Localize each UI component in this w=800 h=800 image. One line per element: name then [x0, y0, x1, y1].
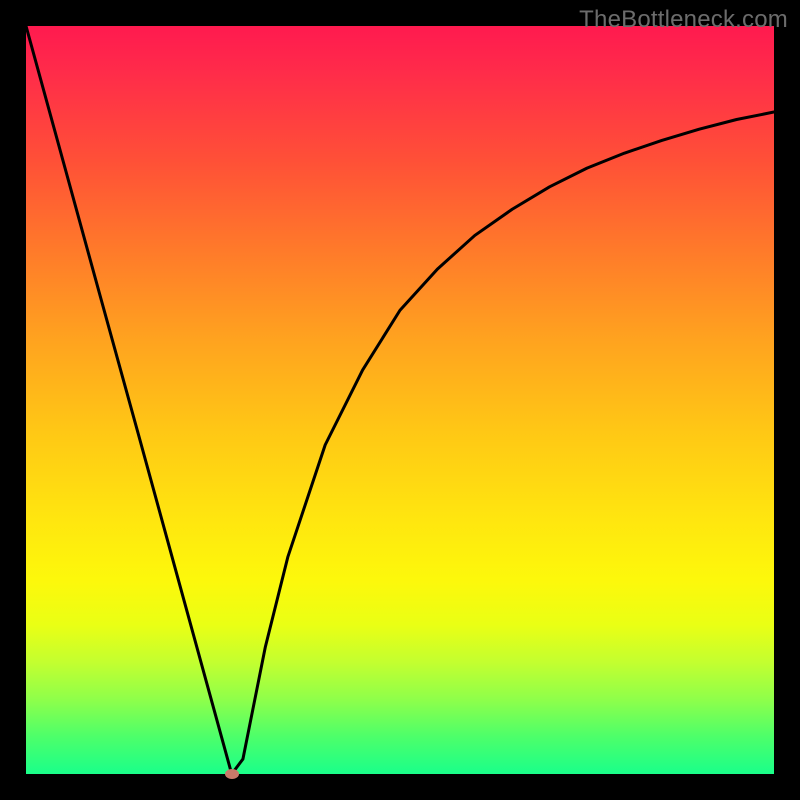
chart-frame: TheBottleneck.com [0, 0, 800, 800]
optimum-marker [225, 769, 239, 779]
watermark-text: TheBottleneck.com [579, 6, 788, 34]
curve-svg [26, 26, 774, 774]
plot-area [26, 26, 774, 774]
bottleneck-curve [26, 26, 774, 774]
